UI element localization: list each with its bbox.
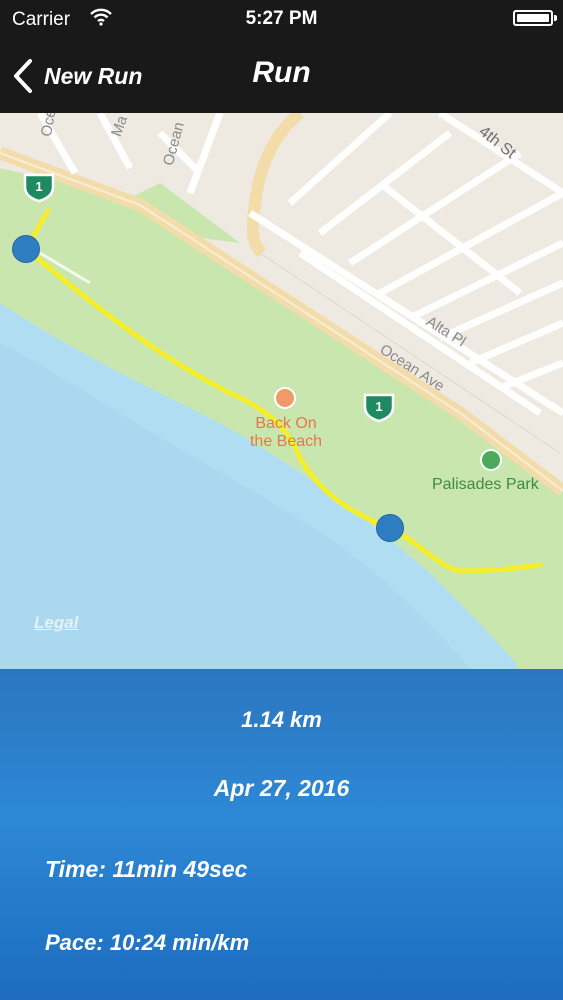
poi-name-line2: the Beach <box>249 433 323 450</box>
route-map[interactable]: Ocea Ma Ocean 4th St Alta Pl Ocean Ave 1… <box>0 113 563 669</box>
poi-name-line1: Back On <box>255 415 317 432</box>
park-icon <box>480 449 502 471</box>
park-label: Palisades Park <box>432 476 539 493</box>
legal-link[interactable]: Legal <box>34 613 78 633</box>
page-title: Run <box>252 56 311 89</box>
highway-shield-number: 1 <box>35 179 43 194</box>
status-bar: Carrier 5:27 PM <box>0 0 563 40</box>
poi-label: Back On the Beach <box>236 415 336 451</box>
run-summary-panel: 1.14 km Apr 27, 2016 Time: 11min 49sec P… <box>0 669 563 1000</box>
route-start-marker <box>12 235 40 263</box>
navigation-bar: New Run Run <box>0 40 563 113</box>
restaurant-icon <box>274 387 296 409</box>
run-time: Time: 11min 49sec <box>45 856 248 882</box>
battery-icon <box>513 10 557 26</box>
route-end-marker <box>376 514 404 542</box>
run-date: Apr 27, 2016 <box>213 775 350 801</box>
distance-value: 1.14 km <box>241 707 322 732</box>
run-pace: Pace: 10:24 min/km <box>45 930 250 955</box>
status-time: 5:27 PM <box>245 8 318 29</box>
highway-shield-number: 1 <box>375 399 383 414</box>
